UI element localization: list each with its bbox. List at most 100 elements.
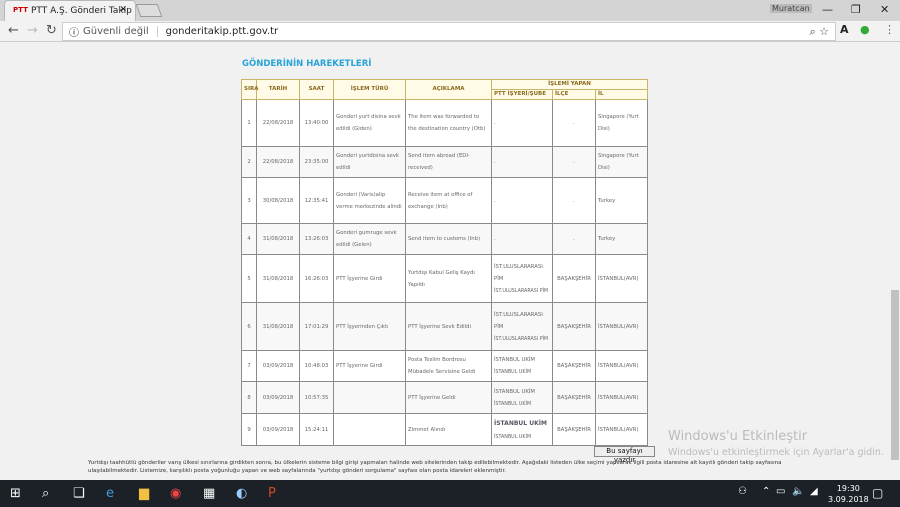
file-explorer-icon[interactable]: ▆ [139,486,149,501]
tarih-text: 22/08/2018 [262,120,294,127]
people-icon[interactable]: ⚇ [738,486,747,497]
cell-sira: 1 [241,99,257,148]
islem-text: Gonderi yurt disina sevk edildi (Giden) [336,114,401,133]
search-icon[interactable]: ⌕ [42,486,49,501]
ilce-text: . [573,236,575,243]
saat-text: 10:57:35 [304,394,329,401]
cell-sira: 9 [241,413,257,447]
tarih-text: 03/09/2018 [262,394,294,401]
zoom-icon[interactable]: ⌕ [809,25,815,38]
cell-ilce: . [552,223,596,256]
cell-saat: 16:26:03 [299,254,334,304]
cell-aciklama: Send item abroad (EDI-received) [405,146,492,179]
powerpoint-icon[interactable]: P [268,486,276,501]
edge-icon[interactable]: e [106,486,114,501]
cell-saat: 17:01:29 [299,302,334,352]
aciklama-text: PTT İşyerine Sevk Edildi [408,323,471,330]
tracking-table: SIRA TARİH SAAT İŞLEM TÜRÜ AÇIKLAMA İŞLE… [241,78,648,447]
tray-chevron-icon[interactable]: ⌃ [762,486,770,497]
islem-text: PTT İşyerinden Çıktı [336,323,389,330]
browser-toolbar: ← → ↻ ⓘ Güvenli değil gonderitakip.ptt.g… [0,21,900,42]
cell-ptt: İSTANBUL UKİM İSTANBUL UKİM [491,381,553,415]
aciklama-text: Send item abroad (EDI-received) [408,153,470,172]
cell-islem: PTT İşyerine Girdi [333,254,406,304]
scrollbar[interactable] [890,42,900,480]
notifications-icon[interactable]: ▢ [872,486,883,500]
restore-icon[interactable]: ❐ [851,3,861,16]
battery-icon[interactable]: ▭ [776,486,785,497]
cell-il: İSTANBUL(AVR) [595,254,648,304]
forward-icon[interactable]: → [27,23,38,38]
menu-icon[interactable]: ⋮ [884,23,895,36]
ptt2-text: İSTANBUL UKİM [494,370,532,376]
extension-icon[interactable]: ● [860,23,870,36]
sira-text: 8 [247,394,251,401]
reload-icon[interactable]: ↻ [46,23,57,38]
cell-saat: 13:40:00 [299,99,334,148]
cell-il: İSTANBUL(AVR) [595,302,648,352]
header-ptt: PTT İŞYERİ/ŞUBE [491,89,553,101]
task-view-icon[interactable]: ❏ [73,486,85,501]
new-tab-button[interactable] [135,4,163,17]
ilce-text: BAŞAKŞEHİR [557,394,591,401]
volume-icon[interactable]: 🔈 [792,486,804,497]
sira-text: 9 [247,426,251,433]
aciklama-text: Yurtdışı Kabul Geliş Kaydı Yapıldı [408,269,475,288]
ptt-text: . [494,236,496,243]
chrome-icon[interactable]: ◉ [170,486,181,501]
cell-ilce: BAŞAKŞEHİR [552,302,596,352]
cell-ilce: . [552,99,596,148]
activation-watermark-subtitle: Windows'u etkinleştirmek için Ayarlar'a … [668,447,884,458]
ilce-text: . [573,159,575,166]
cell-islem: Gonderi gumruge sevk edildi (Gelen) [333,223,406,256]
app-icon[interactable]: ◐ [236,486,247,501]
cell-il: Singapore (Yurt Disi) [595,146,648,179]
address-bar[interactable]: ⓘ Güvenli değil gonderitakip.ptt.gov.tr … [62,22,836,41]
il-text: Turkey [598,197,616,204]
cell-sira: 6 [241,302,257,352]
cell-ilce: . [552,146,596,179]
header-aciklama: AÇIKLAMA [405,78,492,101]
tab-title: PTT A.Ş. Gönderi Takip [31,6,132,16]
scrollbar-thumb[interactable] [891,290,899,460]
tarih-text: 30/08/2018 [262,197,294,204]
minimize-icon[interactable]: — [822,3,833,16]
back-icon[interactable]: ← [8,23,19,38]
close-window-icon[interactable]: ✕ [880,3,889,16]
sira-text: 1 [247,120,251,127]
calculator-icon[interactable]: ▦ [203,486,215,501]
islem-text: Gonderi (Varis)alip verme merkezinde ali… [336,191,402,210]
tarih-text: 31/08/2018 [262,275,294,282]
activation-watermark-title: Windows'u Etkinleştir [668,429,808,444]
aciklama-text: Zimmet Alındı [408,426,446,433]
translate-extension-icon[interactable]: A [840,23,849,36]
cell-ptt: İSTANBUL UKİM İSTANBUL UKİM [491,413,553,447]
table-row: 4 31/08/2018 13:26:03 Gonderi gumruge sevk … [241,223,648,256]
ptt-text: . [494,159,496,166]
header-il: İL [595,89,648,101]
close-tab-icon[interactable]: ✕ [119,5,127,15]
profile-name[interactable]: Muratcan [770,4,812,13]
url-text[interactable]: gonderitakip.ptt.gov.tr [166,26,279,37]
cell-ptt: . [491,99,553,148]
print-page-button[interactable]: Bu sayfayı yazdır [594,446,655,464]
cell-sira: 4 [241,223,257,256]
ptt-text: İST.ULUSLARARASI PİM [494,311,543,330]
bookmark-star-icon[interactable]: ☆ [819,25,829,38]
cell-islem: PTT İşyerine Girdi [333,350,406,383]
ptt2-text: İSTANBUL UKİM [494,434,532,440]
start-icon[interactable]: ⊞ [10,486,21,501]
sira-text: 2 [247,159,251,166]
cell-aciklama: Receive item at office of exchange (Inb) [405,177,492,225]
cell-il: Turkey [595,223,648,256]
cell-il: İSTANBUL(AVR) [595,350,648,383]
info-icon[interactable]: ⓘ [69,24,79,39]
clock[interactable]: 19:30 3.09.2018 [828,483,869,505]
cell-saat: 13:26:03 [299,223,334,256]
cell-ptt: İST.ULUSLARARASI PİM İST.ULUSLARARASI PİM [491,302,553,352]
wifi-icon[interactable]: ◢ [810,486,818,497]
cell-aciklama: PTT İşyerine Sevk Edildi [405,302,492,352]
cell-tarih: 30/08/2018 [256,177,300,225]
page-title: GÖNDERİNİN HAREKETLERİ [242,59,372,69]
browser-tab[interactable]: PTT PTT A.Ş. Gönderi Takip ✕ [4,0,136,21]
